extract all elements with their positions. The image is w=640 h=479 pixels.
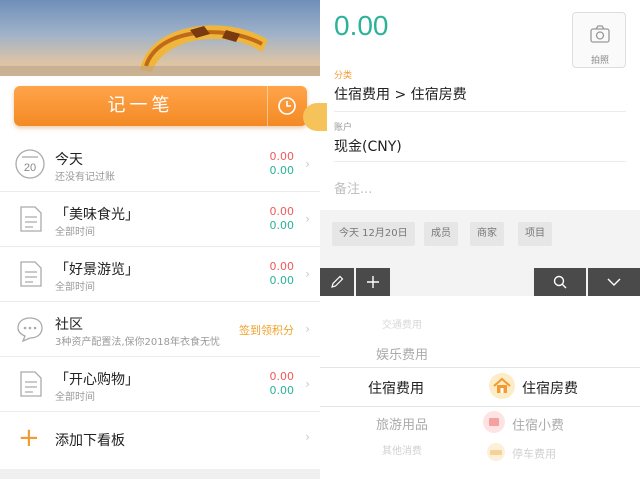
record-panel: 0.00 拍照 分类 住宿费用 > 住宿房费 账户 现金(CNY) 备注... …: [320, 0, 640, 479]
checkin-link[interactable]: 签到领积分: [239, 322, 294, 338]
picker-item-left[interactable]: 其他消费: [382, 442, 422, 457]
record-button-label: 记一笔: [107, 95, 174, 116]
plus-icon: +: [18, 423, 40, 453]
row-subtitle: 全部时间: [55, 282, 95, 293]
collapse-button[interactable]: [588, 268, 640, 296]
row-income: 0.00: [269, 164, 295, 177]
picker-item-left[interactable]: 交通费用: [382, 316, 422, 331]
camera-icon: [589, 23, 611, 49]
board-row-community[interactable]: 社区 3种资产配置法,保你2018年衣食无忧 签到领积分 ›: [0, 302, 320, 357]
record-button[interactable]: 记一笔: [14, 86, 307, 126]
row-expense: 0.00: [269, 150, 295, 163]
row-subtitle: 全部时间: [55, 392, 95, 403]
picker-item-left[interactable]: 旅游用品: [376, 414, 428, 433]
row-subtitle: 还没有记过账: [55, 172, 115, 183]
chevron-right-icon: ›: [305, 157, 310, 171]
add-category-button[interactable]: [356, 268, 390, 296]
pencil-icon: [331, 275, 344, 288]
row-income: 0.00: [269, 274, 295, 287]
row-income: 0.00: [269, 219, 295, 232]
merchant-chip[interactable]: 商家: [470, 222, 504, 246]
memo-input[interactable]: 备注...: [334, 178, 372, 197]
board-list: 20 今天 还没有记过账 0.00 0.00 › 「美味食光」 全部时间 0.0…: [0, 137, 320, 468]
amount-display[interactable]: 0.00: [334, 10, 389, 42]
photo-label: 拍照: [590, 56, 609, 66]
add-board-label: 添加下看板: [55, 433, 125, 449]
row-title: 今天: [55, 152, 83, 168]
account-label: 账户: [334, 123, 353, 133]
picker-item-right[interactable]: 住宿小费: [482, 410, 564, 438]
document-icon: [14, 368, 46, 400]
category-field[interactable]: 分类 住宿费用 > 住宿房费: [334, 68, 626, 112]
document-icon: [14, 203, 46, 235]
picker-selection-band: [320, 367, 640, 407]
clock-icon[interactable]: [267, 86, 307, 126]
car-icon: [486, 442, 506, 465]
chevron-right-icon: ›: [305, 430, 310, 444]
member-chip[interactable]: 成员: [424, 222, 458, 246]
row-subtitle: 3种资产配置法,保你2018年衣食无忧: [55, 337, 220, 348]
chat-bubble-icon: [14, 313, 46, 345]
chevron-right-icon: ›: [305, 322, 310, 336]
picker-item-right[interactable]: 停车费用: [486, 442, 556, 465]
chevron-right-icon: ›: [305, 212, 310, 226]
chevron-down-icon: [607, 278, 621, 286]
row-subtitle: 全部时间: [55, 227, 95, 238]
chevron-right-icon: ›: [305, 267, 310, 281]
board-row-shopping[interactable]: 「开心购物」 全部时间 0.00 0.00 ›: [0, 357, 320, 412]
edit-button[interactable]: [320, 268, 354, 296]
date-chip[interactable]: 今天 12月20日: [332, 222, 415, 246]
account-value: 现金(CNY): [334, 139, 402, 155]
header-banner: [0, 0, 320, 76]
floating-badge[interactable]: [303, 103, 327, 131]
tip-icon: [482, 410, 506, 438]
document-icon: [14, 258, 46, 290]
row-title: 「美味食光」: [55, 207, 139, 223]
board-row-food[interactable]: 「美味食光」 全部时间 0.00 0.00 ›: [0, 192, 320, 247]
row-expense: 0.00: [269, 260, 295, 273]
project-chip[interactable]: 项目: [518, 222, 552, 246]
row-title: 「好景游览」: [55, 262, 139, 278]
add-board-row[interactable]: + 添加下看板 ›: [0, 412, 320, 468]
row-income: 0.00: [269, 384, 295, 397]
home-panel: 记一笔 20 今天 还没有记过账 0.00 0.00 › 「美味食光」 全部时间…: [0, 0, 320, 479]
search-button[interactable]: [534, 268, 586, 296]
photo-button[interactable]: 拍照: [572, 12, 626, 68]
row-expense: 0.00: [269, 205, 295, 218]
chevron-right-icon: ›: [305, 377, 310, 391]
board-row-travel[interactable]: 「好景游览」 全部时间 0.00 0.00 ›: [0, 247, 320, 302]
picker-item-label: 住宿小费: [512, 418, 565, 434]
category-label: 分类: [334, 71, 353, 81]
picker-item-label: 停车费用: [512, 447, 556, 461]
row-expense: 0.00: [269, 370, 295, 383]
board-row-today[interactable]: 20 今天 还没有记过账 0.00 0.00 ›: [0, 137, 320, 192]
category-value: 住宿费用 > 住宿房费: [334, 87, 467, 103]
plus-icon: [367, 276, 379, 288]
row-title: 社区: [55, 317, 83, 333]
banner-image: [140, 25, 268, 72]
search-icon: [553, 275, 567, 289]
calendar-icon: 20: [14, 148, 46, 180]
picker-item-left[interactable]: 娱乐费用: [376, 344, 428, 363]
row-title: 「开心购物」: [55, 372, 139, 388]
account-field[interactable]: 账户 现金(CNY): [334, 120, 626, 162]
svg-text:20: 20: [24, 162, 36, 174]
